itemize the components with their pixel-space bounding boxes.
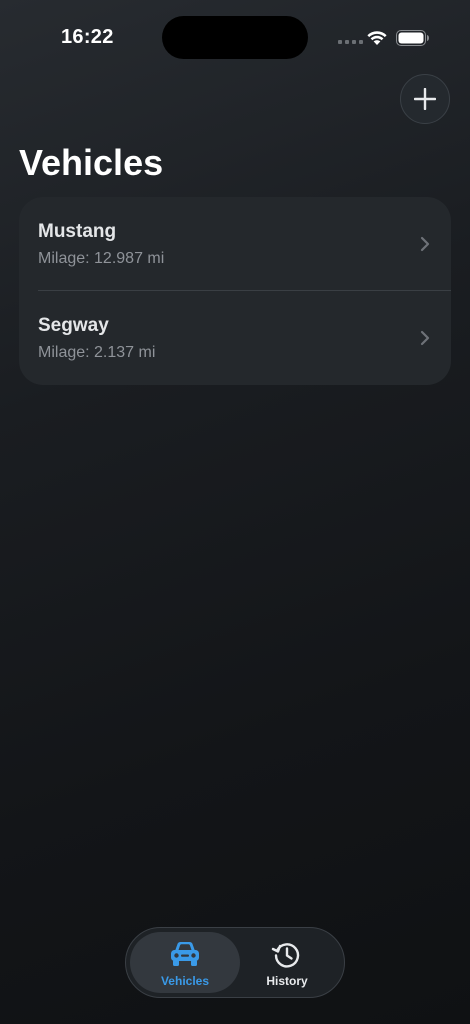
vehicle-mileage: Milage: 2.137 mi — [38, 344, 156, 361]
dynamic-island — [162, 16, 308, 59]
chevron-right-icon — [420, 330, 430, 346]
vehicle-name: Segway — [38, 315, 109, 336]
plus-icon — [414, 88, 436, 110]
history-clock-icon — [271, 943, 300, 968]
page-title: Vehicles — [19, 142, 164, 183]
car-icon — [171, 942, 199, 966]
list-item-segway[interactable]: Segway Milage: 2.137 mi — [19, 291, 451, 385]
battery-icon — [396, 30, 430, 51]
status-time: 16:22 — [61, 26, 114, 48]
tab-bar: Vehicles History — [125, 927, 345, 998]
tab-vehicles[interactable]: Vehicles — [130, 932, 240, 993]
tab-label: Vehicles — [160, 974, 210, 988]
add-vehicle-button[interactable] — [400, 74, 450, 124]
chevron-right-icon — [420, 236, 430, 252]
vehicle-mileage: Milage: 12.987 mi — [38, 250, 165, 267]
vehicle-list: Mustang Milage: 12.987 mi Segway Milage:… — [19, 197, 451, 385]
vehicle-name: Mustang — [38, 221, 117, 242]
status-bar: 16:22 — [0, 0, 470, 70]
tab-label: History — [266, 974, 308, 988]
list-item-mustang[interactable]: Mustang Milage: 12.987 mi — [19, 197, 451, 291]
tab-history[interactable]: History — [232, 932, 342, 993]
wifi-icon — [366, 29, 388, 51]
cellular-signal-icon — [338, 40, 363, 44]
